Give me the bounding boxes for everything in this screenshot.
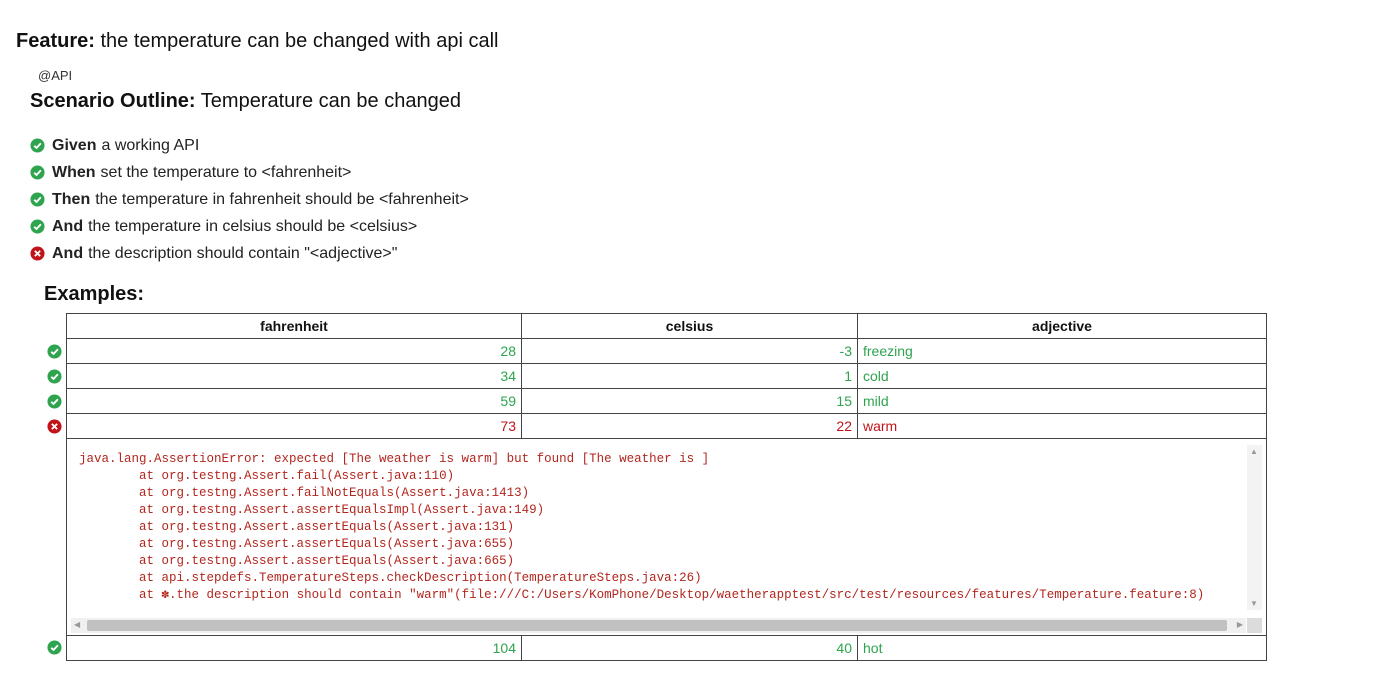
step-keyword: Given xyxy=(52,136,97,154)
step-text: the temperature in celsius should be <ce… xyxy=(88,217,418,235)
step-item: And the description should contain "<adj… xyxy=(30,240,469,267)
check-circle-icon xyxy=(47,640,62,655)
step-text: a working API xyxy=(101,136,200,154)
cell-fahrenheit: 34 xyxy=(66,363,522,389)
horizontal-scroll-thumb[interactable] xyxy=(87,620,1227,631)
table-row: 104 40 hot xyxy=(66,635,1267,661)
vertical-scrollbar[interactable]: ▲ ▼ xyxy=(1247,445,1262,610)
table-row: 28 -3 freezing xyxy=(66,338,1267,364)
check-circle-icon xyxy=(47,344,62,359)
cell-celsius: 1 xyxy=(521,363,858,389)
error-cell: java.lang.AssertionError: expected [The … xyxy=(66,438,1267,636)
cell-adjective: freezing xyxy=(857,338,1267,364)
cell-fahrenheit: 28 xyxy=(66,338,522,364)
x-circle-icon xyxy=(30,246,45,261)
table-row: 59 15 mild xyxy=(66,388,1267,414)
horizontal-scrollbar[interactable]: ◀ ▶ xyxy=(71,618,1246,633)
header-adjective: adjective xyxy=(857,313,1267,339)
cell-fahrenheit: 73 xyxy=(66,413,522,439)
cell-adjective: mild xyxy=(857,388,1267,414)
check-circle-icon xyxy=(30,138,45,153)
cell-adjective: warm xyxy=(857,413,1267,439)
cell-adjective: cold xyxy=(857,363,1267,389)
feature-title: Feature: the temperature can be changed … xyxy=(16,30,499,53)
step-item: When set the temperature to <fahrenheit> xyxy=(30,159,469,186)
header-celsius: celsius xyxy=(521,313,858,339)
table-row: 34 1 cold xyxy=(66,363,1267,389)
step-list: Given a working API When set the tempera… xyxy=(30,132,469,267)
step-keyword: And xyxy=(52,217,84,235)
cell-celsius: 15 xyxy=(521,388,858,414)
step-item: Then the temperature in fahrenheit shoul… xyxy=(30,186,469,213)
check-circle-icon xyxy=(47,369,62,384)
error-row: java.lang.AssertionError: expected [The … xyxy=(66,438,1267,636)
table-row-failed: 73 22 warm xyxy=(66,413,1267,439)
table-header-row: fahrenheit celsius adjective xyxy=(66,313,1267,339)
cell-fahrenheit: 104 xyxy=(66,635,522,661)
check-circle-icon xyxy=(30,192,45,207)
scroll-down-icon[interactable]: ▼ xyxy=(1250,599,1258,608)
check-circle-icon xyxy=(47,394,62,409)
check-circle-icon xyxy=(30,165,45,180)
step-keyword: And xyxy=(52,244,84,262)
cell-celsius: -3 xyxy=(521,338,858,364)
step-keyword: When xyxy=(52,163,96,181)
examples-table: fahrenheit celsius adjective 28 -3 freez… xyxy=(66,313,1267,661)
cell-fahrenheit: 59 xyxy=(66,388,522,414)
cell-adjective: hot xyxy=(857,635,1267,661)
scroll-right-icon[interactable]: ▶ xyxy=(1237,620,1243,629)
cell-celsius: 40 xyxy=(521,635,858,661)
scrollbar-corner xyxy=(1247,618,1262,633)
stacktrace-panel[interactable]: java.lang.AssertionError: expected [The … xyxy=(67,439,1266,635)
step-item: Given a working API xyxy=(30,132,469,159)
scenario-tag: @API xyxy=(38,68,73,83)
scenario-name: Temperature can be changed xyxy=(200,90,461,112)
step-item: And the temperature in celsius should be… xyxy=(30,213,469,240)
x-circle-icon xyxy=(47,419,62,434)
step-text: the description should contain "<adjecti… xyxy=(88,244,398,262)
step-text: set the temperature to <fahrenheit> xyxy=(100,163,352,181)
header-fahrenheit: fahrenheit xyxy=(66,313,522,339)
stacktrace-text: java.lang.AssertionError: expected [The … xyxy=(79,452,1205,602)
step-text: the temperature in fahrenheit should be … xyxy=(95,190,469,208)
examples-title: Examples: xyxy=(44,283,145,305)
scenario-keyword: Scenario Outline: xyxy=(30,90,196,112)
scenario-title: Scenario Outline: Temperature can be cha… xyxy=(30,90,461,113)
step-keyword: Then xyxy=(52,190,91,208)
scroll-up-icon[interactable]: ▲ xyxy=(1250,447,1258,456)
cell-celsius: 22 xyxy=(521,413,858,439)
feature-name: the temperature can be changed with api … xyxy=(100,30,499,52)
check-circle-icon xyxy=(30,219,45,234)
feature-keyword: Feature: xyxy=(16,30,95,52)
scroll-left-icon[interactable]: ◀ xyxy=(74,620,80,629)
